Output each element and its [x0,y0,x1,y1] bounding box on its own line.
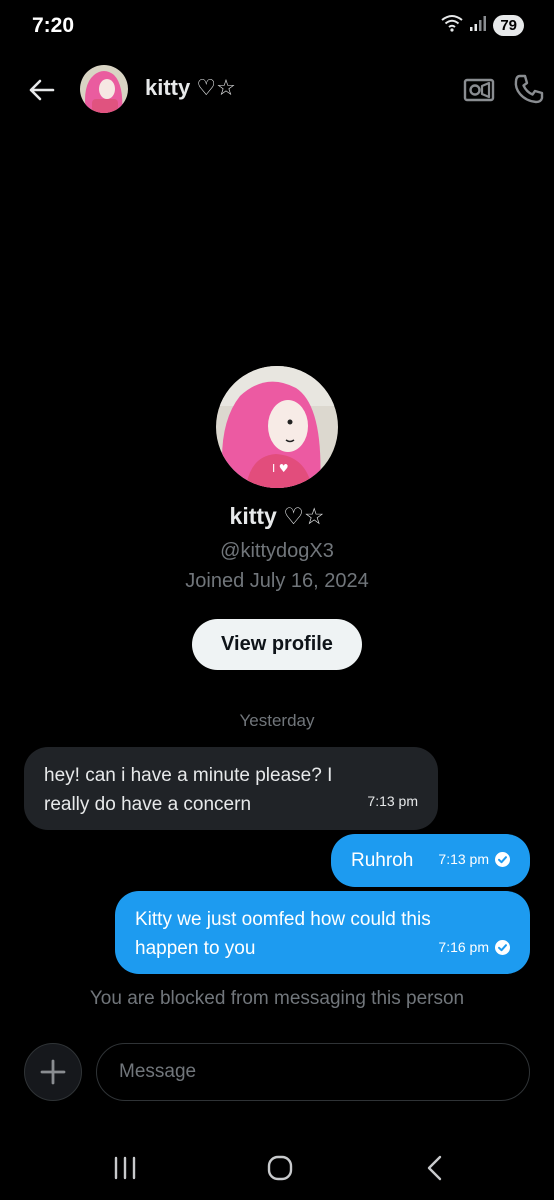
blocked-notice: You are blocked from messaging this pers… [89,988,465,1009]
home-icon [267,1155,293,1181]
message-text: Ruhroh [351,850,414,871]
header-name[interactable]: kitty ♡☆ [145,75,236,101]
add-media-button[interactable] [24,1043,82,1101]
message-time: 7:16 pm [438,939,489,955]
status-icons: 79 [441,14,524,37]
profile-joined-date: Joined July 16, 2024 [185,570,369,592]
view-profile-button[interactable]: View profile [192,619,362,670]
profile-avatar[interactable]: I ♥ [216,366,338,488]
video-camera-icon [463,78,495,102]
profile-handle: @kittydogX3 [220,540,334,562]
svg-text:I ♥: I ♥ [272,462,289,475]
status-bar: 7:20 79 [0,0,554,52]
nav-back-icon [427,1155,442,1181]
back-button[interactable] [26,74,58,106]
avatar-image [80,65,128,113]
phone-icon [514,74,544,104]
message-bubble-sent[interactable]: Ruhroh 7:13 pm [331,834,530,887]
system-nav-bar [0,1138,554,1200]
message-time: 7:13 pm [367,793,418,809]
message-bubble-received[interactable]: hey! can i have a minute please? I reall… [24,747,438,830]
voice-call-button[interactable] [512,72,546,106]
recents-icon [114,1156,136,1180]
message-meta: 7:13 pm [367,787,418,816]
wifi-icon [441,14,463,37]
message-input-placeholder: Message [119,1061,197,1082]
message-text: hey! can i have a minute please? I reall… [44,765,333,815]
message-meta: 7:13 pm [438,845,510,874]
check-icon [495,852,510,867]
message-input[interactable]: Message [96,1043,530,1101]
video-call-button[interactable] [462,74,496,106]
status-time: 7:20 [32,14,75,37]
message-meta: 7:16 pm [438,933,510,962]
back-arrow-icon [29,79,55,101]
date-separator: Yesterday [239,711,315,730]
home-button[interactable] [266,1154,294,1187]
header-avatar[interactable] [80,65,128,113]
check-icon [495,940,510,955]
battery-indicator: 79 [493,15,524,36]
recents-button[interactable] [112,1156,138,1185]
profile-name: kitty ♡☆ [229,503,325,529]
signal-icon [469,15,487,36]
chat-header: kitty ♡☆ [0,60,554,118]
plus-icon [40,1059,66,1085]
message-time: 7:13 pm [438,851,489,867]
message-bubble-sent[interactable]: Kitty we just oomfed how could this happ… [115,891,530,974]
system-back-button[interactable] [424,1154,446,1187]
profile-avatar-image: I ♥ [216,366,338,488]
